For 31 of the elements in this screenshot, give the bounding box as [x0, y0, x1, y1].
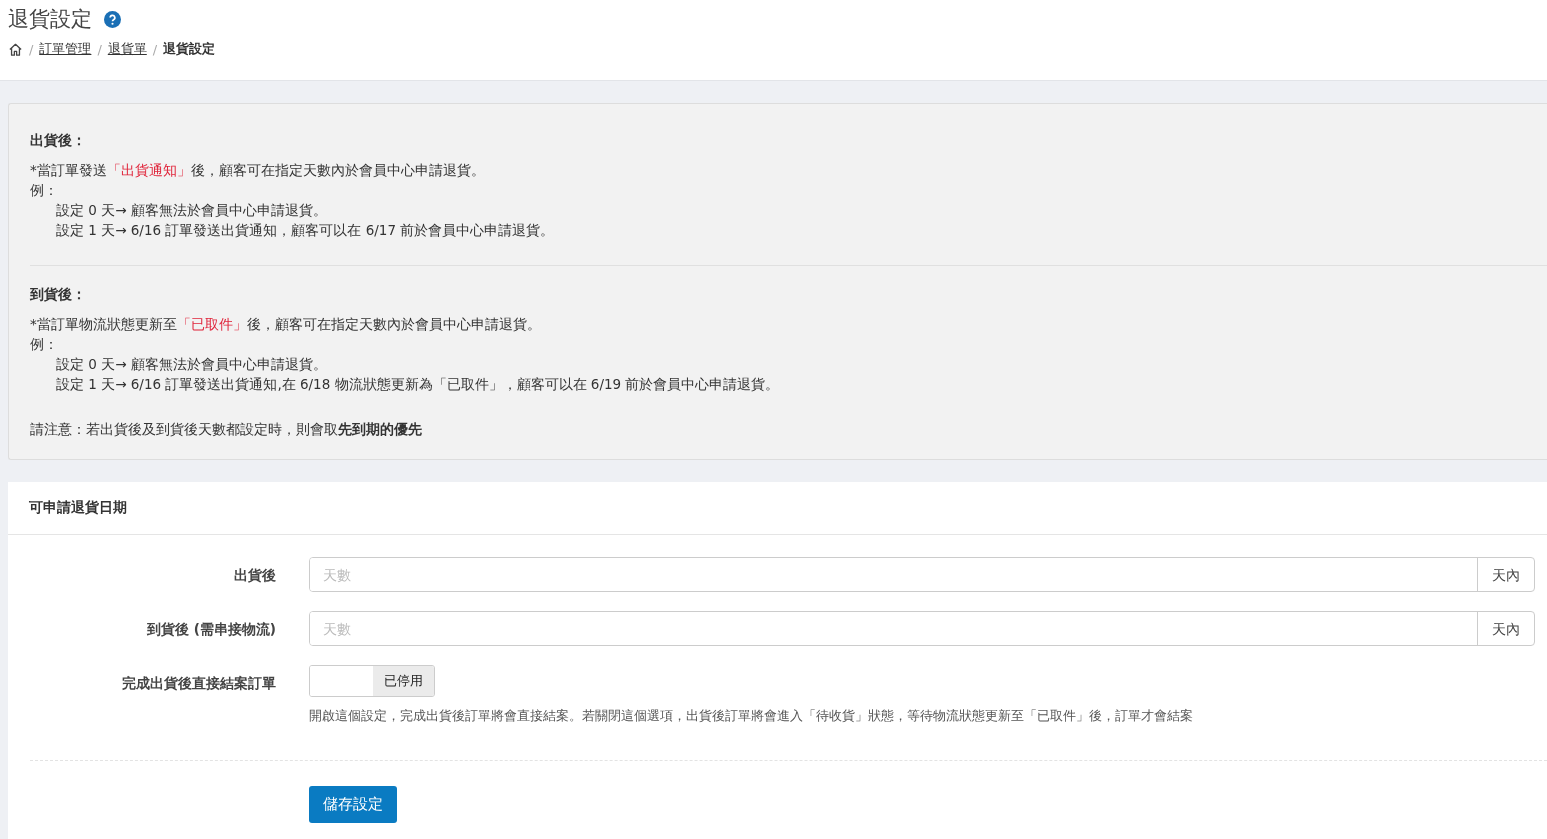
description-text: *當訂單發送「出貨通知」後，顧客可在指定天數內於會員中心申請退貨。 [30, 161, 486, 180]
breadcrumb-link[interactable]: 訂單管理 [39, 40, 92, 58]
card-title: 可申請退貨日期 [8, 482, 1547, 535]
toggle-switch[interactable]: 已停用 [309, 665, 435, 697]
help-icon[interactable] [104, 10, 121, 28]
breadcrumb-separator: / [29, 41, 34, 57]
section-heading: 到貨後： [30, 286, 87, 304]
field-label: 出貨後 [233, 566, 277, 585]
unit-addon: 天內 [1477, 558, 1534, 591]
example-label: 例： [30, 181, 59, 200]
example-label: 例： [30, 335, 59, 354]
breadcrumb-separator: / [152, 41, 158, 57]
field-label: 到貨後 (需串接物流) [145, 620, 277, 639]
description-text: *當訂單物流狀態更新至「已取件」後，顧客可在指定天數內於會員中心申請退貨。 [30, 315, 542, 334]
example-text: 設定 0 天→ 顧客無法於會員中心申請退貨。 [55, 355, 328, 374]
field-label: 完成出貨後直接結案訂單 [121, 674, 277, 693]
help-text: 開啟這個設定，完成出貨後訂單將會直接結案。若關閉這個選項，出貨後訂單將會進入「待收貨」狀態，等待物流狀態更新至「已取件」後，訂單才會結案 [309, 708, 1194, 725]
breadcrumb-separator: / [97, 41, 102, 57]
breadcrumb-current: 退貨設定 [163, 40, 216, 58]
home-icon[interactable] [8, 41, 23, 57]
example-text: 設定 1 天→ 6/16 訂單發送出貨通知,在 6/18 物流狀態更新為「已取件」，顧客可以在 6/19 前於會員中心申請退貨。 [55, 375, 781, 394]
days-field[interactable]: 天數 天內 [309, 611, 1535, 646]
example-text: 設定 0 天→ 顧客無法於會員中心申請退貨。 [55, 201, 328, 220]
page-title: 退貨設定 [8, 6, 92, 33]
breadcrumb-link[interactable]: 退貨單 [107, 40, 147, 58]
save-button[interactable]: 儲存設定 [309, 786, 397, 823]
example-text: 設定 1 天→ 6/16 訂單發送出貨通知，顧客可以在 6/17 前於會員中心申請退貨。 [55, 221, 556, 240]
section-heading: 出貨後： [30, 132, 87, 150]
note-text: 請注意：若出貨後及到貨後天數都設定時，則會取先到期的優先 [30, 420, 423, 439]
days-field[interactable]: 天數 天內 [309, 557, 1535, 592]
unit-addon: 天內 [1477, 612, 1534, 645]
